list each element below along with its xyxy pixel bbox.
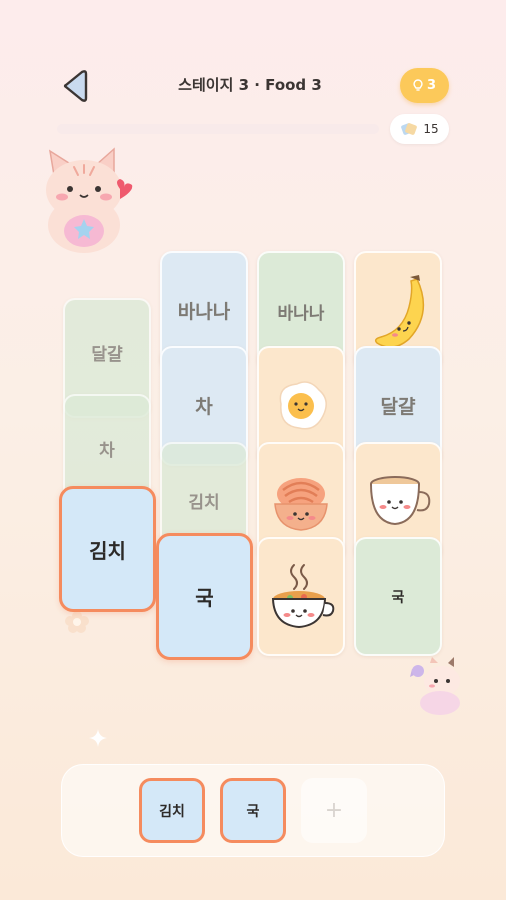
cat-mascot-icon (410, 657, 460, 715)
card-col2-4[interactable]: 국 (156, 533, 253, 660)
tray-slot-label: 김치 (159, 803, 185, 820)
card-label: 차 (195, 396, 213, 418)
card-label: 바나나 (177, 301, 231, 323)
card-label: 차 (99, 441, 115, 461)
moves-counter: 15 (390, 114, 449, 144)
banana-icon (374, 275, 425, 348)
bandage-icon (401, 123, 418, 135)
card-label: 김치 (89, 538, 126, 563)
sparkle-icon (89, 729, 107, 747)
lightbulb-icon (413, 79, 423, 91)
card-label: 국 (195, 586, 214, 610)
tray-slot-1[interactable]: 김치 (139, 778, 205, 843)
back-arrow-icon (63, 70, 88, 102)
card-label: 바나나 (277, 304, 325, 324)
soup-bowl-icon (271, 564, 335, 629)
card-label: 국 (391, 589, 405, 606)
noodle-bowl-icon (274, 478, 328, 531)
tray-slot-empty[interactable]: + (301, 778, 367, 843)
sparkle-decoration (88, 728, 108, 748)
progress-bar (57, 124, 379, 134)
card-col3-4[interactable] (257, 537, 345, 656)
back-button[interactable] (60, 68, 90, 104)
plus-icon: + (324, 798, 344, 823)
card-col1-3[interactable]: 김치 (59, 486, 156, 612)
stage-title: 스테이지 3 · Food 3 (178, 76, 322, 94)
card-label: 달걀 (380, 396, 416, 418)
tray-slot-2[interactable]: 국 (220, 778, 286, 843)
tea-cup-icon (370, 476, 431, 526)
cat-mascot-bottom (408, 655, 460, 717)
moves-count: 15 (423, 122, 439, 136)
cat-mascot-icon (46, 147, 133, 253)
card-col4-4[interactable]: 국 (354, 537, 442, 656)
hint-count: 3 (426, 78, 437, 93)
tray-slot-label: 국 (246, 803, 260, 820)
fried-egg-icon (279, 381, 327, 430)
hint-button[interactable]: 3 (400, 68, 449, 103)
card-label: 달걀 (91, 345, 123, 365)
cat-mascot-top (44, 145, 136, 257)
card-label: 김치 (188, 493, 220, 513)
